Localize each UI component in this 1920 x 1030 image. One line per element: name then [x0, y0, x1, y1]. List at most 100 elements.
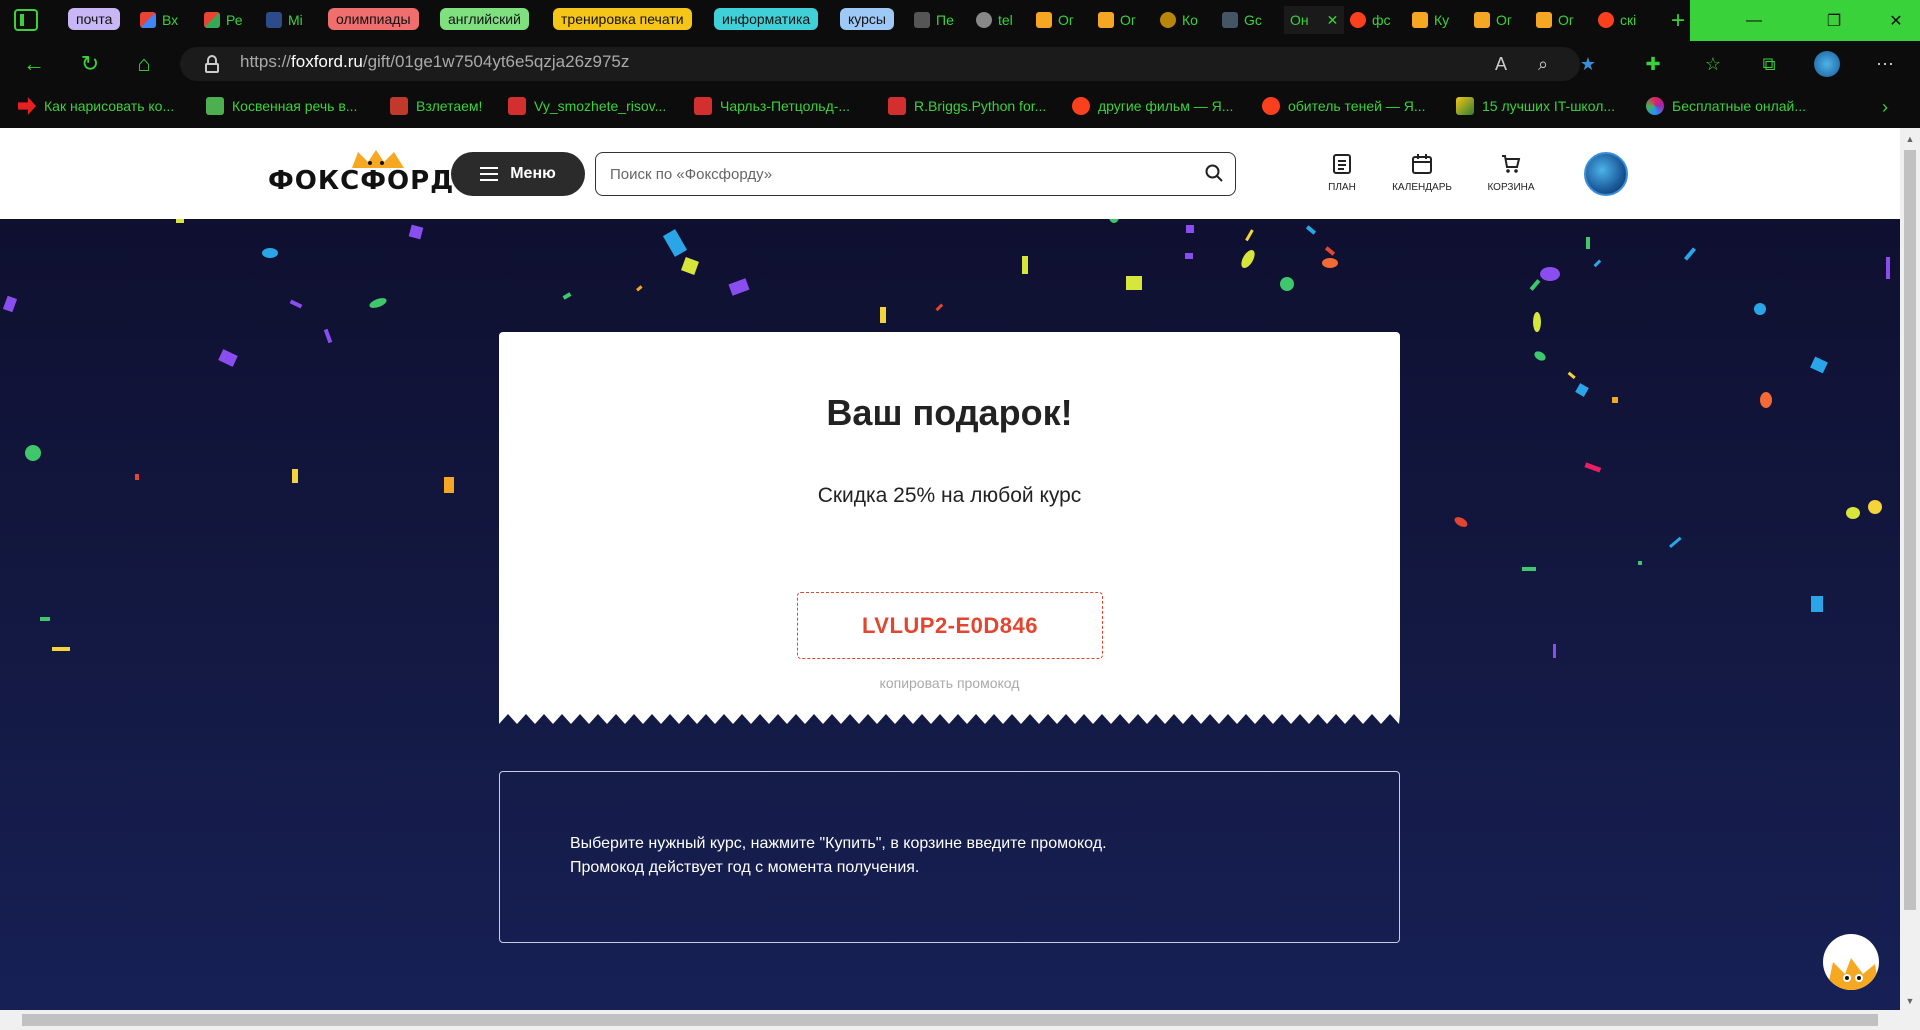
site-header: ФОКСФОРД Меню ПЛАН КАЛЕНДАРЬ [0, 128, 1900, 219]
read-aloud-icon[interactable]: A [1488, 51, 1514, 77]
tab-page-1[interactable]: Пе [914, 6, 964, 34]
more-icon[interactable]: ⋯ [1872, 51, 1898, 77]
tab-foxford-2[interactable]: Ог [1098, 6, 1148, 34]
refresh-icon[interactable]: ↻ [74, 49, 106, 79]
search-input[interactable] [608, 161, 1168, 187]
tab-yandex-2[interactable]: скі [1598, 6, 1654, 34]
scroll-thumb[interactable] [1904, 150, 1916, 910]
restore-icon[interactable]: ❐ [1810, 0, 1858, 41]
bookmark-item[interactable]: Косвенная речь в... [206, 97, 357, 115]
tab-link[interactable]: tel [976, 6, 1022, 34]
horizontal-scrollbar[interactable] [0, 1010, 1920, 1030]
scroll-down-icon[interactable]: ▼ [1905, 996, 1915, 1006]
bookmarks-overflow-icon[interactable]: › [1882, 97, 1888, 118]
instruction-line: Выберите нужный курс, нажмите "Купить", … [570, 835, 1107, 852]
bookmarks-bar: Как нарисовать ко... Косвенная речь в...… [0, 87, 1920, 128]
hamburger-icon [480, 167, 499, 181]
page-icon [1222, 12, 1238, 28]
foxford-logo[interactable]: ФОКСФОРД [268, 166, 454, 196]
bookmark-item[interactable]: Взлетаем! [390, 97, 482, 115]
scroll-thumb[interactable] [22, 1014, 1878, 1026]
tab-site[interactable]: Мі [266, 6, 316, 34]
header-calendar[interactable]: КАЛЕНДАРЬ [1377, 154, 1467, 193]
yandex-icon [1598, 12, 1614, 28]
tab-yandex-1[interactable]: фс [1350, 6, 1400, 34]
gmail-icon [204, 12, 220, 28]
close-window-icon[interactable]: ✕ [1872, 0, 1920, 41]
tab-foxford-1[interactable]: Ог [1036, 6, 1086, 34]
user-avatar[interactable] [1584, 152, 1628, 196]
tab-gmail-2[interactable]: Ре [204, 6, 254, 34]
ticket-edge [499, 712, 1400, 724]
calendar-icon [1412, 154, 1432, 174]
bookmark-item[interactable]: 15 лучших IT-школ... [1456, 97, 1615, 115]
tab-group-informatics[interactable]: информатика [714, 8, 819, 30]
collections-icon[interactable]: ⧉ [1756, 51, 1782, 77]
ed-icon [206, 97, 224, 115]
tab-group-mail[interactable]: почта [68, 8, 121, 30]
profile-avatar[interactable] [1814, 51, 1840, 77]
url-text[interactable]: https://foxford.ru/gift/01ge1w7504yt6e5q… [240, 52, 629, 72]
instructions-text: Выберите нужный курс, нажмите "Купить", … [570, 832, 1370, 880]
tab-group-courses[interactable]: курсы [840, 8, 894, 30]
yandex-icon [1350, 12, 1366, 28]
tab-foxford-3[interactable]: Ку [1412, 6, 1462, 34]
workspaces-icon[interactable] [14, 9, 38, 31]
search-box [595, 152, 1236, 196]
address-bar: ← ↻ ⌂ https://foxford.ru/gift/01ge1w7504… [0, 41, 1920, 87]
tab-page-2[interactable]: Gc [1222, 6, 1272, 34]
favorite-star-icon[interactable]: ★ [1575, 51, 1601, 77]
home-icon[interactable]: ⌂ [128, 49, 160, 79]
foxford-icon [1536, 12, 1552, 28]
colorful-icon [1646, 97, 1664, 115]
tab-infinity[interactable]: Ко [1160, 6, 1210, 34]
foxford-icon [1412, 12, 1428, 28]
red-arrow-icon [18, 97, 36, 115]
infinity-icon [1160, 12, 1176, 28]
scroll-up-icon[interactable]: ▲ [1905, 134, 1915, 144]
pdf-icon [694, 97, 712, 115]
bookmark-item[interactable]: Как нарисовать ко... [18, 97, 174, 115]
zoom-icon[interactable]: ⌕ [1530, 51, 1556, 77]
tab-group-english[interactable]: английский [440, 8, 529, 30]
minimize-icon[interactable]: — [1730, 0, 1778, 41]
header-cart[interactable]: КОРЗИНА [1466, 154, 1556, 193]
tab-bar: почта Вх Ре Мі олимпиады английский трен… [0, 0, 1920, 41]
lock-icon[interactable] [205, 55, 219, 73]
instruction-line: Промокод действует год с момента получен… [570, 859, 920, 876]
vertical-scrollbar[interactable]: ▲ ▼ [1900, 128, 1920, 1010]
menu-button[interactable]: Меню [451, 152, 585, 196]
yandex-icon [1072, 97, 1090, 115]
search-icon[interactable] [1205, 164, 1223, 182]
gift-title: Ваш подарок! [826, 392, 1073, 433]
tab-gmail-1[interactable]: Вх [140, 6, 190, 34]
close-tab-icon[interactable]: ✕ [1327, 12, 1339, 29]
bookmark-item[interactable]: Чарльз-Петцольд-... [694, 97, 850, 115]
instructions-box: Выберите нужный курс, нажмите "Купить", … [499, 771, 1400, 943]
tab-foxford-4[interactable]: Ог [1474, 6, 1524, 34]
site-icon [266, 12, 282, 28]
favorites-icon[interactable]: ☆ [1700, 51, 1726, 77]
plan-icon [1333, 154, 1351, 174]
tab-group-typing[interactable]: тренировка печати [553, 8, 692, 30]
bookmark-item[interactable]: обитель теней — Я... [1262, 97, 1426, 115]
grid-icon [390, 97, 408, 115]
yandex-icon [1262, 97, 1280, 115]
tab-group-olympiads[interactable]: олимпиады [328, 8, 419, 30]
fox-chat-icon[interactable] [1823, 934, 1879, 990]
gmail-icon [140, 12, 156, 28]
tab-active[interactable]: Он ✕ [1284, 6, 1344, 34]
bookmark-item[interactable]: R.Briggs.Python for... [888, 97, 1046, 115]
gift-page: Ваш подарок! Скидка 25% на любой курс LV… [0, 219, 1900, 1010]
bookmark-item[interactable]: другие фильм — Я... [1072, 97, 1233, 115]
extension-icon[interactable]: ✚ [1640, 51, 1666, 77]
cart-icon [1502, 155, 1521, 173]
back-icon[interactable]: ← [18, 49, 50, 79]
foxford-icon [1098, 12, 1114, 28]
bookmark-item[interactable]: Vy_smozhete_risov... [508, 97, 666, 115]
header-plan[interactable]: ПЛАН [1297, 154, 1387, 193]
promo-code[interactable]: LVLUP2-E0D846 [797, 592, 1103, 659]
copy-promo-link[interactable]: копировать промокод [499, 675, 1400, 691]
bookmark-item[interactable]: Бесплатные онлай... [1646, 97, 1806, 115]
tab-foxford-5[interactable]: Ог [1536, 6, 1586, 34]
